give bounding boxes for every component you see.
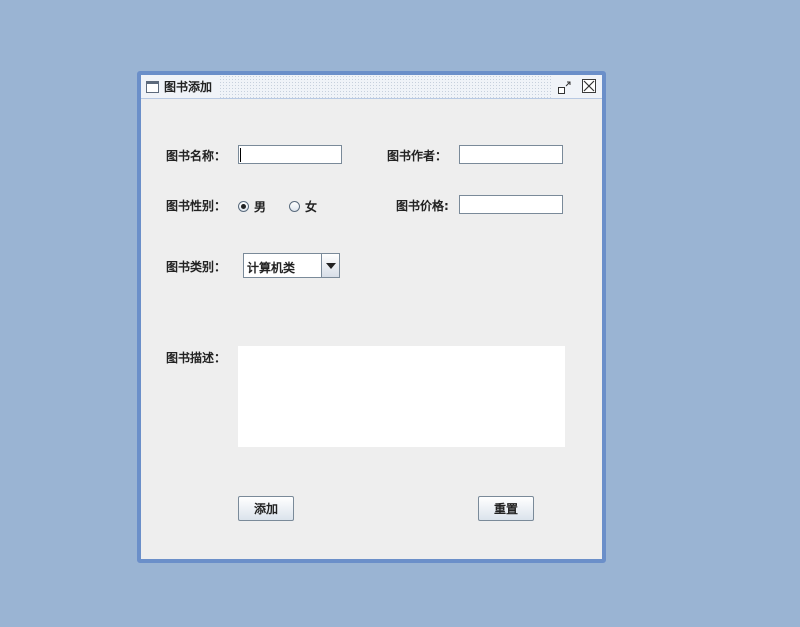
gender-radio-female[interactable]: 女 [289, 198, 317, 215]
gender-option-label: 男 [254, 200, 267, 214]
window-controls [552, 75, 602, 98]
radio-selected-icon [238, 201, 249, 212]
text-caret [240, 148, 241, 162]
close-icon[interactable] [582, 79, 596, 93]
window-titlebar[interactable]: 图书添加 [141, 75, 602, 99]
description-label: 图书描述： [166, 351, 227, 365]
description-textarea[interactable] [238, 346, 565, 447]
price-label: 图书价格: [396, 199, 449, 213]
category-select[interactable]: 计算机类 [243, 253, 340, 278]
category-selected-value: 计算机类 [247, 261, 296, 275]
price-input[interactable] [459, 195, 563, 214]
gender-label: 图书性别： [166, 199, 227, 213]
title-area: 图书添加 [141, 75, 219, 98]
radio-unselected-icon [289, 201, 300, 212]
chevron-down-icon[interactable] [321, 254, 339, 277]
reset-button[interactable]: 重置 [478, 496, 534, 521]
category-label: 图书类别： [166, 260, 227, 274]
window-icon [146, 80, 159, 93]
author-input[interactable] [459, 145, 563, 164]
window-title: 图书添加 [164, 80, 213, 94]
book-add-window: 图书添加 图书名称： 图书作者： 图书性别： 男 女 图书价格: 图书类别： 计… [137, 71, 606, 563]
name-label: 图书名称： [166, 149, 227, 163]
gender-option-label: 女 [305, 200, 318, 214]
add-button[interactable]: 添加 [238, 496, 294, 521]
gender-radio-male[interactable]: 男 [238, 198, 266, 215]
author-label: 图书作者： [387, 149, 448, 163]
restore-icon[interactable] [557, 80, 573, 94]
name-input[interactable] [238, 145, 342, 164]
